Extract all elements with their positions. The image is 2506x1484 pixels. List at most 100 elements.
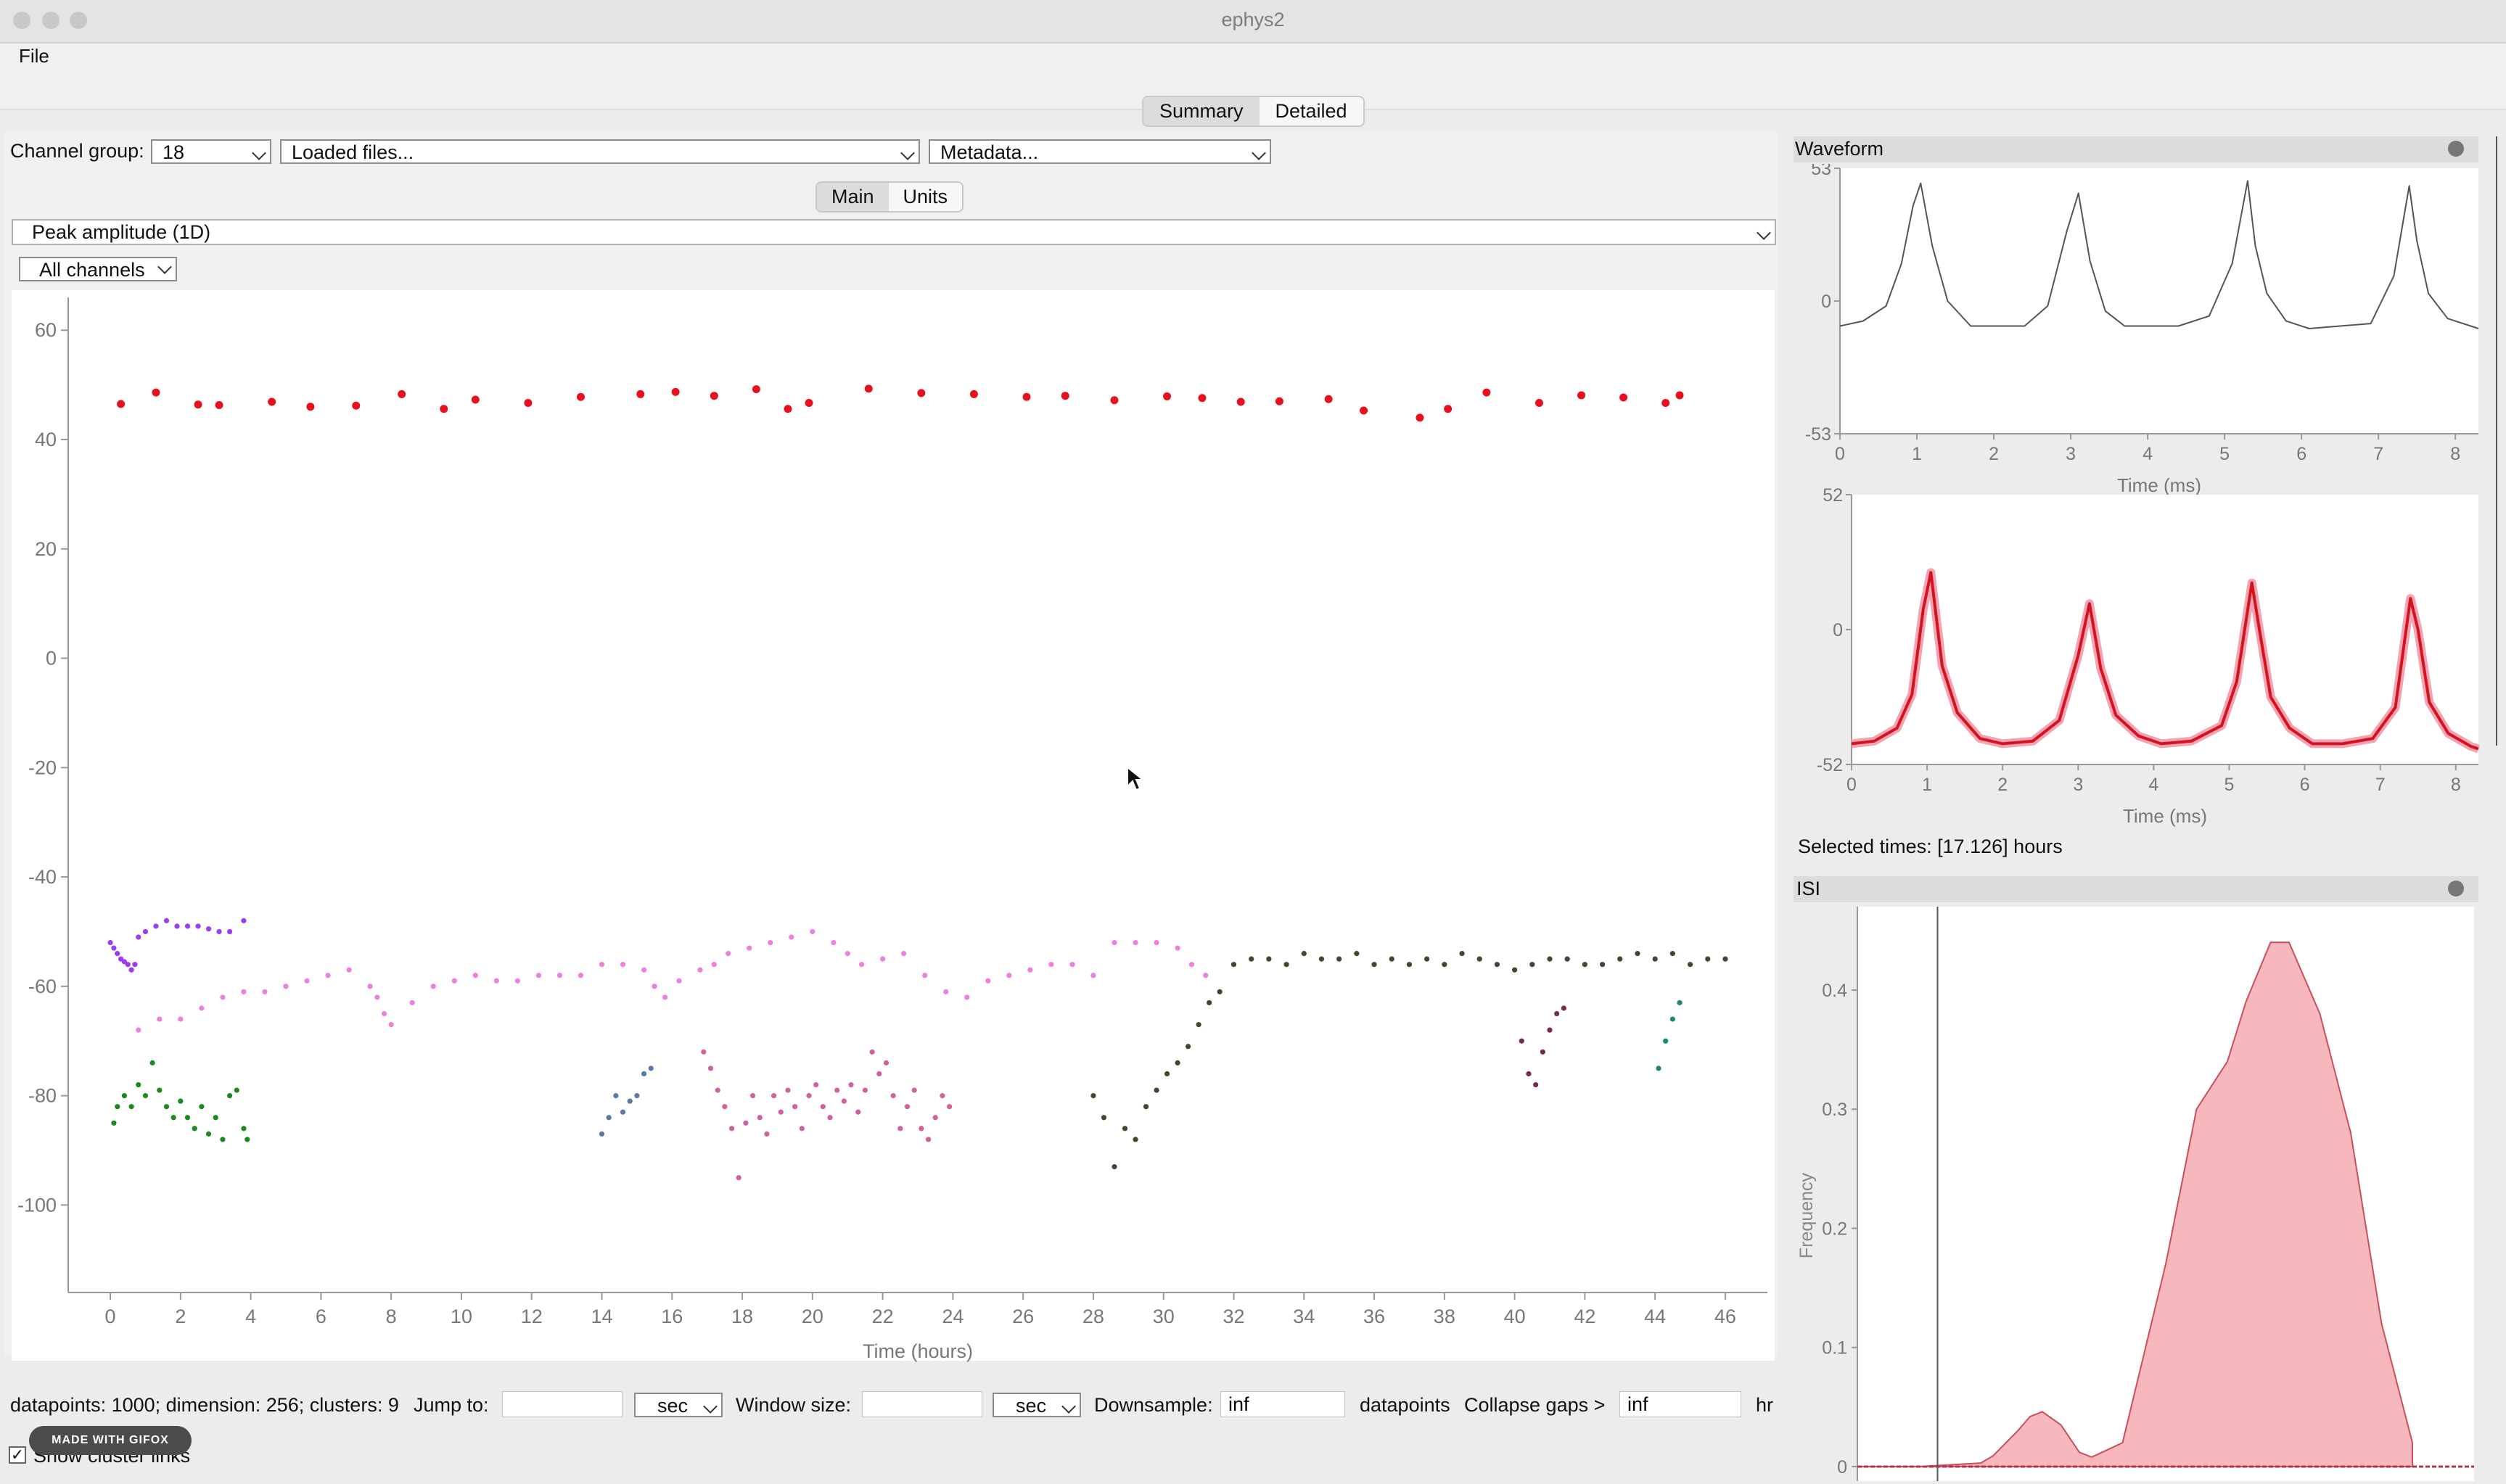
cluster-0-point xyxy=(1275,397,1283,405)
panel-options-icon[interactable] xyxy=(2448,141,2464,157)
cluster-3-point xyxy=(827,1115,833,1121)
cluster-6-point xyxy=(1143,1104,1149,1110)
cluster-2-point xyxy=(472,973,478,978)
peak-amplitude-scatter[interactable]: 6040200-20-40-60-80-1000 2 4 6 8 10 12 14 16 18 20… xyxy=(0,290,1778,1364)
cluster-4-point xyxy=(178,1098,184,1104)
x-axis-title: Time (hours) xyxy=(863,1340,973,1362)
cluster-0-point xyxy=(306,403,315,411)
x-tick-label: 3 xyxy=(2073,775,2083,795)
cluster-0-point xyxy=(1619,393,1628,402)
top-tab-bar: Summary Detailed xyxy=(1142,96,1365,127)
cluster-3-point xyxy=(785,1087,791,1093)
cluster-3-point xyxy=(715,1087,720,1093)
plot-type-value: Peak amplitude (1D) xyxy=(32,221,211,243)
cluster-3-point xyxy=(764,1131,770,1137)
cluster-0-point xyxy=(215,401,223,410)
cluster-6-point xyxy=(1442,962,1447,968)
cluster-0-point xyxy=(1535,398,1543,407)
x-tick-label: 0 xyxy=(105,1306,116,1327)
collapse-unit-label: hr xyxy=(1756,1394,1774,1416)
downsample-label: Downsample: xyxy=(1094,1394,1213,1416)
cluster-1-point xyxy=(174,923,180,929)
cluster-2-point xyxy=(810,928,816,935)
plot-background xyxy=(12,290,1775,1361)
downsample-input[interactable] xyxy=(1220,1391,1345,1417)
cluster-7-point xyxy=(1519,1038,1524,1044)
cluster-2-point xyxy=(726,951,731,957)
show-cluster-links-checkbox[interactable]: ✓ xyxy=(9,1446,26,1464)
waveform-mean-plot[interactable]: 530-530 1 2 3 4 5 6 7 8Time (ms) xyxy=(1794,164,2490,498)
x-tick-label: 18 xyxy=(731,1306,753,1327)
window-size-input[interactable] xyxy=(862,1391,982,1417)
cluster-3-point xyxy=(869,1049,875,1055)
cluster-7-point xyxy=(1526,1071,1532,1077)
channel-group-select[interactable]: 18 xyxy=(151,139,271,164)
cluster-2-point xyxy=(157,1016,163,1022)
x-tick-label: 1 xyxy=(1912,444,1922,464)
cluster-6-point xyxy=(1617,956,1623,962)
cluster-3-point xyxy=(757,1115,763,1121)
cluster-4-point xyxy=(157,1087,163,1093)
cluster-4-point xyxy=(234,1087,239,1093)
x-tick-label: 0 xyxy=(1835,444,1845,464)
cluster-4-point xyxy=(171,1115,176,1121)
y-tick-label: -40 xyxy=(28,866,57,888)
cluster-6-point xyxy=(1722,956,1728,962)
cluster-5-point xyxy=(641,1071,647,1077)
collapse-gaps-input[interactable] xyxy=(1619,1391,1741,1417)
cluster-4-point xyxy=(163,1104,170,1110)
cluster-3-point xyxy=(722,1104,728,1110)
jump-unit-select[interactable]: sec xyxy=(634,1393,723,1417)
cluster-2-point xyxy=(136,1027,141,1033)
cluster-3-point xyxy=(919,1126,924,1131)
cluster-0-point xyxy=(1444,405,1453,413)
tab-main[interactable]: Main xyxy=(817,183,889,211)
tab-detailed[interactable]: Detailed xyxy=(1260,97,1363,125)
waveform-overlay-plot[interactable]: 520-520 1 2 3 4 5 6 7 8Time (ms) xyxy=(1794,480,2490,828)
cluster-2-point xyxy=(1090,973,1096,978)
cluster-2-point xyxy=(388,1022,394,1028)
y-tick-label: 0.1 xyxy=(1822,1338,1847,1359)
waveform-scroll-edge[interactable] xyxy=(2496,136,2506,746)
cluster-2-point xyxy=(556,973,563,978)
loaded-files-select[interactable]: Loaded files... xyxy=(280,139,920,164)
metadata-select[interactable]: Metadata... xyxy=(929,139,1271,164)
cluster-1-point xyxy=(128,967,134,973)
jump-to-input[interactable] xyxy=(502,1391,623,1417)
cluster-4-point xyxy=(149,1060,155,1065)
cluster-2-point xyxy=(220,994,226,1000)
panel-options-icon[interactable] xyxy=(2448,881,2464,896)
window-unit-select[interactable]: sec xyxy=(993,1393,1081,1417)
chevron-down-icon xyxy=(900,146,915,160)
cluster-0-point xyxy=(1110,396,1119,405)
isi-panel-header: ISI xyxy=(1794,876,2478,902)
cluster-0-point xyxy=(440,405,448,413)
cluster-0-point xyxy=(1675,391,1684,400)
cluster-8-point xyxy=(1656,1065,1661,1071)
tab-summary[interactable]: Summary xyxy=(1143,97,1260,125)
cluster-6-point xyxy=(1669,951,1675,957)
channel-select[interactable]: All channels xyxy=(19,257,177,281)
cluster-2-point xyxy=(374,994,380,1000)
x-tick-label: 6 xyxy=(2296,444,2306,464)
isi-density-plot[interactable]: 0.4 0.3 0.2 0.1 0 Frequency xyxy=(1785,904,2506,1484)
tab-units[interactable]: Units xyxy=(889,183,963,211)
cluster-0-point xyxy=(1022,392,1031,401)
cluster-6-point xyxy=(1494,962,1500,968)
menu-file[interactable]: File xyxy=(19,45,49,67)
x-tick-label: 46 xyxy=(1714,1306,1736,1327)
cluster-2-point xyxy=(901,951,907,957)
cluster-1-point xyxy=(132,962,138,968)
cluster-7-point xyxy=(1547,1027,1553,1033)
cluster-0-point xyxy=(1236,397,1245,406)
cluster-2-point xyxy=(304,978,310,984)
cluster-3-point xyxy=(799,1126,805,1131)
y-tick-label: 0 xyxy=(1821,292,1831,312)
x-tick-label: 34 xyxy=(1293,1306,1315,1327)
cluster-4-point xyxy=(199,1104,205,1110)
x-tick-label: 12 xyxy=(521,1306,543,1327)
y-tick-label: 53 xyxy=(1811,164,1831,179)
cluster-2-point xyxy=(1154,939,1159,946)
cluster-6-point xyxy=(1705,956,1711,962)
plot-type-select[interactable]: Peak amplitude (1D) xyxy=(12,219,1776,245)
